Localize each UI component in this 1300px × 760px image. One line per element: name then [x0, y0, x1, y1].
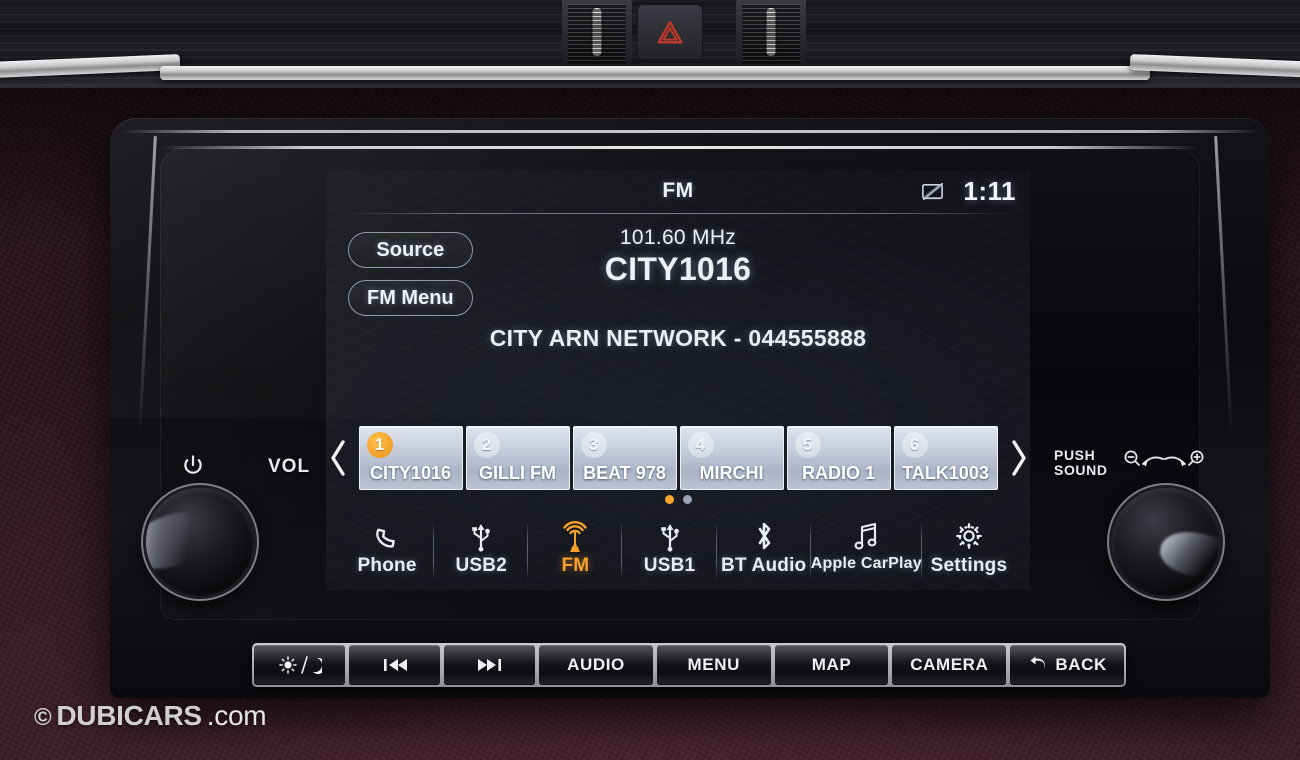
nav-item-fm[interactable]: FM: [528, 518, 623, 580]
watermark-brand: DUBICARS: [56, 700, 202, 731]
infotainment-display[interactable]: FM 1:11 Source FM Menu 101.60 MHz CITY10…: [326, 170, 1030, 590]
audio-button[interactable]: AUDIO: [539, 645, 653, 685]
nav-item-usb1[interactable]: USB1: [622, 518, 717, 580]
air-vent-right: [736, 0, 806, 66]
bottom-source-nav: Phone USB2 FM USB1 BT Audio Apple CarPla…: [326, 512, 1030, 590]
nav-label: Settings: [930, 555, 1008, 576]
radio-text-label: CITY ARN NETWORK - 044555888: [489, 325, 867, 351]
camera-button[interactable]: CAMERA: [892, 645, 1007, 685]
volume-knob-group: VOL: [146, 455, 309, 596]
page-dot-1[interactable]: [664, 495, 674, 504]
preset-button-1[interactable]: 1 CITY1016: [358, 426, 463, 490]
phone-icon: [372, 518, 402, 552]
air-vent-left: [562, 0, 632, 66]
day-night-icon: [278, 656, 322, 674]
page-indicator: [326, 495, 1030, 504]
back-button[interactable]: BACK: [1010, 645, 1124, 685]
preset-label: RADIO 1: [801, 463, 875, 483]
preset-number: 6: [901, 432, 928, 458]
preset-button-2[interactable]: 2 GILLI FM: [465, 426, 570, 490]
nav-label: USB1: [643, 555, 696, 576]
nav-item-bt-audio[interactable]: BT Audio: [717, 518, 811, 580]
display-off-icon[interactable]: [920, 181, 945, 203]
vent-fin: [766, 8, 776, 56]
music-note-icon: [851, 518, 881, 552]
preset-number: 5: [794, 432, 821, 458]
nav-label: Phone: [357, 555, 417, 576]
hard-button-bar: AUDIO MENU MAP CAMERA BACK: [252, 643, 1126, 687]
housing-chrome-edge: [122, 130, 1258, 133]
radio-tower-icon: [557, 518, 593, 552]
hazard-triangle-icon: [657, 21, 683, 44]
status-bar: FM 1:11: [326, 170, 1030, 212]
display-brightness-button[interactable]: [254, 645, 346, 685]
status-bar-divider: [342, 213, 1014, 214]
menu-button[interactable]: MENU: [656, 645, 771, 685]
status-source-title: FM: [662, 179, 694, 202]
preset-label: CITY1016: [369, 463, 452, 483]
gear-icon: [953, 518, 985, 552]
usb-icon: [657, 518, 683, 552]
back-button-label: BACK: [1055, 655, 1107, 674]
nav-label: USB2: [455, 555, 507, 576]
prev-track-icon: [383, 659, 407, 671]
preset-number: 2: [473, 432, 500, 458]
clock: 1:11: [963, 176, 1016, 206]
preset-list: 1 CITY1016 2 GILLI FM 3 BEAT 978 4 MIRCH…: [358, 426, 998, 490]
back-arrow-icon: [1030, 656, 1046, 669]
nav-item-usb2[interactable]: USB2: [434, 518, 529, 580]
status-bar-right: 1:11: [920, 176, 1016, 207]
preset-button-3[interactable]: 3 BEAT 978: [572, 426, 677, 490]
preset-label: GILLI FM: [479, 463, 556, 483]
preset-button-4[interactable]: 4 MIRCHI: [679, 426, 784, 490]
now-playing-block: 101.60 MHz CITY1016: [326, 226, 1030, 288]
vent-fin: [592, 8, 602, 56]
tune-knob[interactable]: [1112, 488, 1220, 596]
preset-button-5[interactable]: 5 RADIO 1: [786, 426, 891, 490]
preset-label: TALK1003: [902, 463, 989, 483]
preset-number: 4: [687, 432, 714, 458]
vol-label: VOL: [268, 456, 311, 477]
volume-knob[interactable]: [146, 488, 254, 596]
page-dot-2[interactable]: [682, 495, 692, 504]
previous-track-button[interactable]: [349, 645, 441, 685]
push-sound-label: PUSH SOUND: [1054, 447, 1108, 478]
car-interior-photo: FM 1:11 Source FM Menu 101.60 MHz CITY10…: [0, 0, 1300, 760]
tune-direction-icons: [1122, 448, 1208, 479]
preset-number: 3: [580, 432, 607, 458]
nav-item-apple-carplay[interactable]: Apple CarPlay: [810, 518, 922, 580]
preset-label: MIRCHI: [699, 463, 764, 483]
frequency-label: 101.60 MHz: [619, 226, 737, 249]
preset-next-arrow[interactable]: [1004, 432, 1031, 484]
preset-label: BEAT 978: [583, 463, 666, 483]
nav-label: Apple CarPlay: [810, 555, 922, 572]
preset-button-6[interactable]: 6 TALK1003: [893, 426, 998, 490]
power-icon: [182, 454, 204, 483]
watermark-tld: .com: [206, 700, 267, 731]
nav-label: FM: [561, 555, 590, 576]
station-name-label: CITY1016: [604, 251, 752, 287]
usb-icon: [468, 518, 494, 552]
preset-number: 1: [366, 432, 393, 458]
nav-label: BT Audio: [721, 555, 807, 576]
nav-item-phone[interactable]: Phone: [340, 518, 435, 580]
preset-carousel: 1 CITY1016 2 GILLI FM 3 BEAT 978 4 MIRCH…: [326, 418, 1030, 498]
next-track-button[interactable]: [444, 645, 536, 685]
nav-item-settings[interactable]: Settings: [922, 518, 1016, 577]
hazard-light-button[interactable]: [637, 4, 703, 60]
watermark: © DUBICARS .com: [34, 700, 267, 732]
map-button[interactable]: MAP: [774, 645, 889, 685]
dashboard-chrome-trim-center: [160, 66, 1150, 80]
tune-knob-group: PUSH SOUND: [1054, 448, 1220, 596]
watermark-copyright: ©: [34, 704, 52, 731]
bluetooth-icon: [751, 518, 777, 552]
next-track-icon: [477, 659, 501, 671]
preset-prev-arrow[interactable]: [326, 432, 353, 484]
